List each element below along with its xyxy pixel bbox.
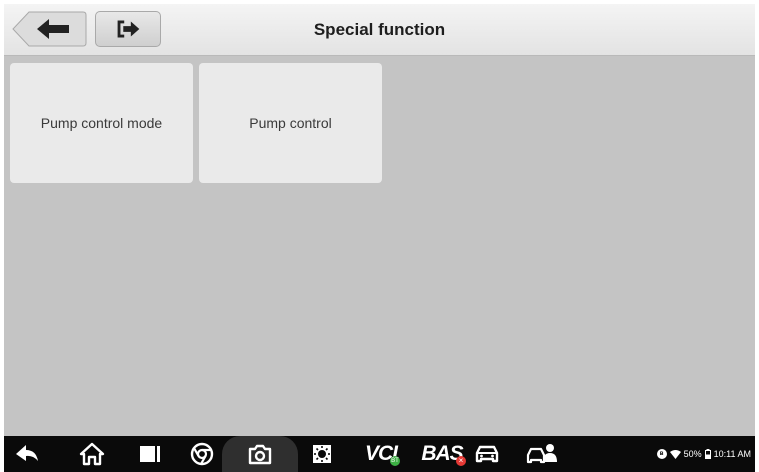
chrome-icon — [190, 442, 214, 466]
exit-button[interactable] — [95, 11, 161, 47]
camera-icon — [248, 444, 272, 465]
recent-apps-icon — [140, 446, 160, 462]
system-navbar: VCI BT BAS × ʙ 50% 10:11 AM — [4, 436, 755, 472]
nav-camera-button[interactable] — [240, 436, 280, 472]
arrow-left-icon — [37, 19, 69, 39]
wifi-icon — [669, 449, 681, 459]
exit-icon — [117, 20, 140, 38]
back-button[interactable] — [11, 11, 87, 47]
function-tile-label: Pump control — [249, 115, 332, 131]
function-tile-label: Pump control mode — [40, 115, 163, 131]
page-title: Special function — [313, 20, 446, 39]
nav-brightness-button[interactable] — [307, 436, 341, 472]
bas-error-badge: × — [456, 456, 466, 466]
vci-status-badge: BT — [390, 456, 400, 466]
nav-car-user-button[interactable] — [523, 436, 561, 472]
header-bar: Special function — [4, 4, 755, 56]
back-icon — [16, 445, 38, 461]
car-icon — [475, 445, 499, 463]
screen: Special function Pump control mode Pump … — [4, 4, 755, 472]
nav-back-button[interactable] — [10, 436, 44, 472]
bluetooth-icon: ʙ — [656, 449, 667, 459]
battery-icon — [704, 449, 711, 459]
function-tile-pump-control-mode[interactable]: Pump control mode — [10, 63, 193, 183]
nav-car-button[interactable] — [470, 436, 504, 472]
nav-chrome-button[interactable] — [185, 436, 219, 472]
brightness-icon — [313, 445, 335, 463]
nav-bas-button[interactable]: BAS × — [416, 436, 468, 472]
home-icon — [79, 442, 105, 466]
clock: 10:11 AM — [713, 449, 751, 459]
battery-percentage: 50% — [683, 449, 702, 459]
nav-home-button[interactable] — [74, 436, 110, 472]
nav-vci-button[interactable]: VCI BT — [358, 436, 404, 472]
function-tile-pump-control[interactable]: Pump control — [199, 63, 382, 183]
nav-recent-apps-button[interactable] — [133, 436, 167, 472]
car-user-icon — [526, 444, 557, 464]
status-area: ʙ 50% 10:11 AM — [656, 436, 751, 472]
